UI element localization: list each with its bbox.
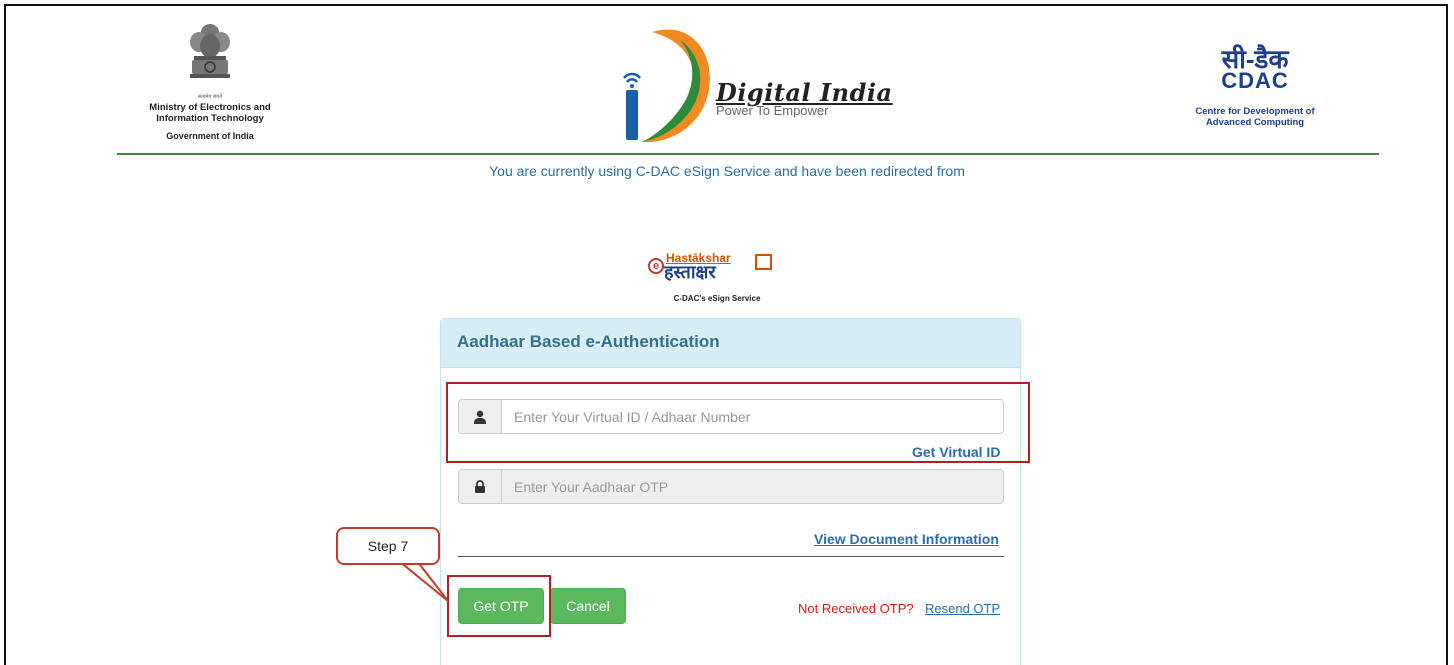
digital-india-tagline: Power To Empower [716, 103, 829, 118]
e-sign-icon: e [648, 258, 664, 274]
otp-input[interactable] [502, 470, 1003, 503]
panel-header: Aadhaar Based e-Authentication [441, 319, 1020, 368]
hastakshar-hindi: हस्ताक्षर [664, 262, 716, 282]
resend-otp-link[interactable]: Resend OTP [925, 601, 1000, 616]
lock-icon [459, 470, 502, 503]
not-received-text: Not Received OTP? [798, 601, 914, 616]
pen-icon [755, 254, 772, 270]
panel-title: Aadhaar Based e-Authentication [457, 332, 720, 351]
hastakshar-logo: e Hastākshar हस्ताक्षर C-DAC's eSign Ser… [642, 248, 792, 306]
step-callout: Step 7 [336, 527, 440, 565]
ministry-motto: सत्यमेव जयते [197, 94, 223, 100]
cdac-subtitle: Centre for Development of Advanced Compu… [1195, 106, 1315, 128]
ministry-logo: सत्यमेव जयते Ministry of Electronics and… [140, 22, 280, 141]
form-divider [458, 556, 1004, 557]
digital-india-logo-icon [623, 29, 710, 143]
view-document-link[interactable]: View Document Information [814, 531, 999, 547]
service-caption: C-DAC's eSign Service [673, 294, 761, 303]
national-emblem-icon [190, 24, 230, 78]
cdac-latin-name: CDAC [1221, 68, 1289, 93]
header-divider [117, 153, 1379, 155]
cancel-button[interactable]: Cancel [550, 588, 626, 624]
virtual-id-highlight [446, 382, 1030, 463]
government-label: Government of India [166, 131, 254, 141]
redirect-notice: You are currently using C-DAC eSign Serv… [489, 163, 965, 179]
get-otp-highlight [447, 575, 551, 637]
cdac-logo: सी-डैक CDAC Centre for Development of Ad… [1180, 46, 1330, 128]
ministry-name: Ministry of Electronics and Information … [149, 102, 271, 124]
otp-group [458, 469, 1004, 504]
